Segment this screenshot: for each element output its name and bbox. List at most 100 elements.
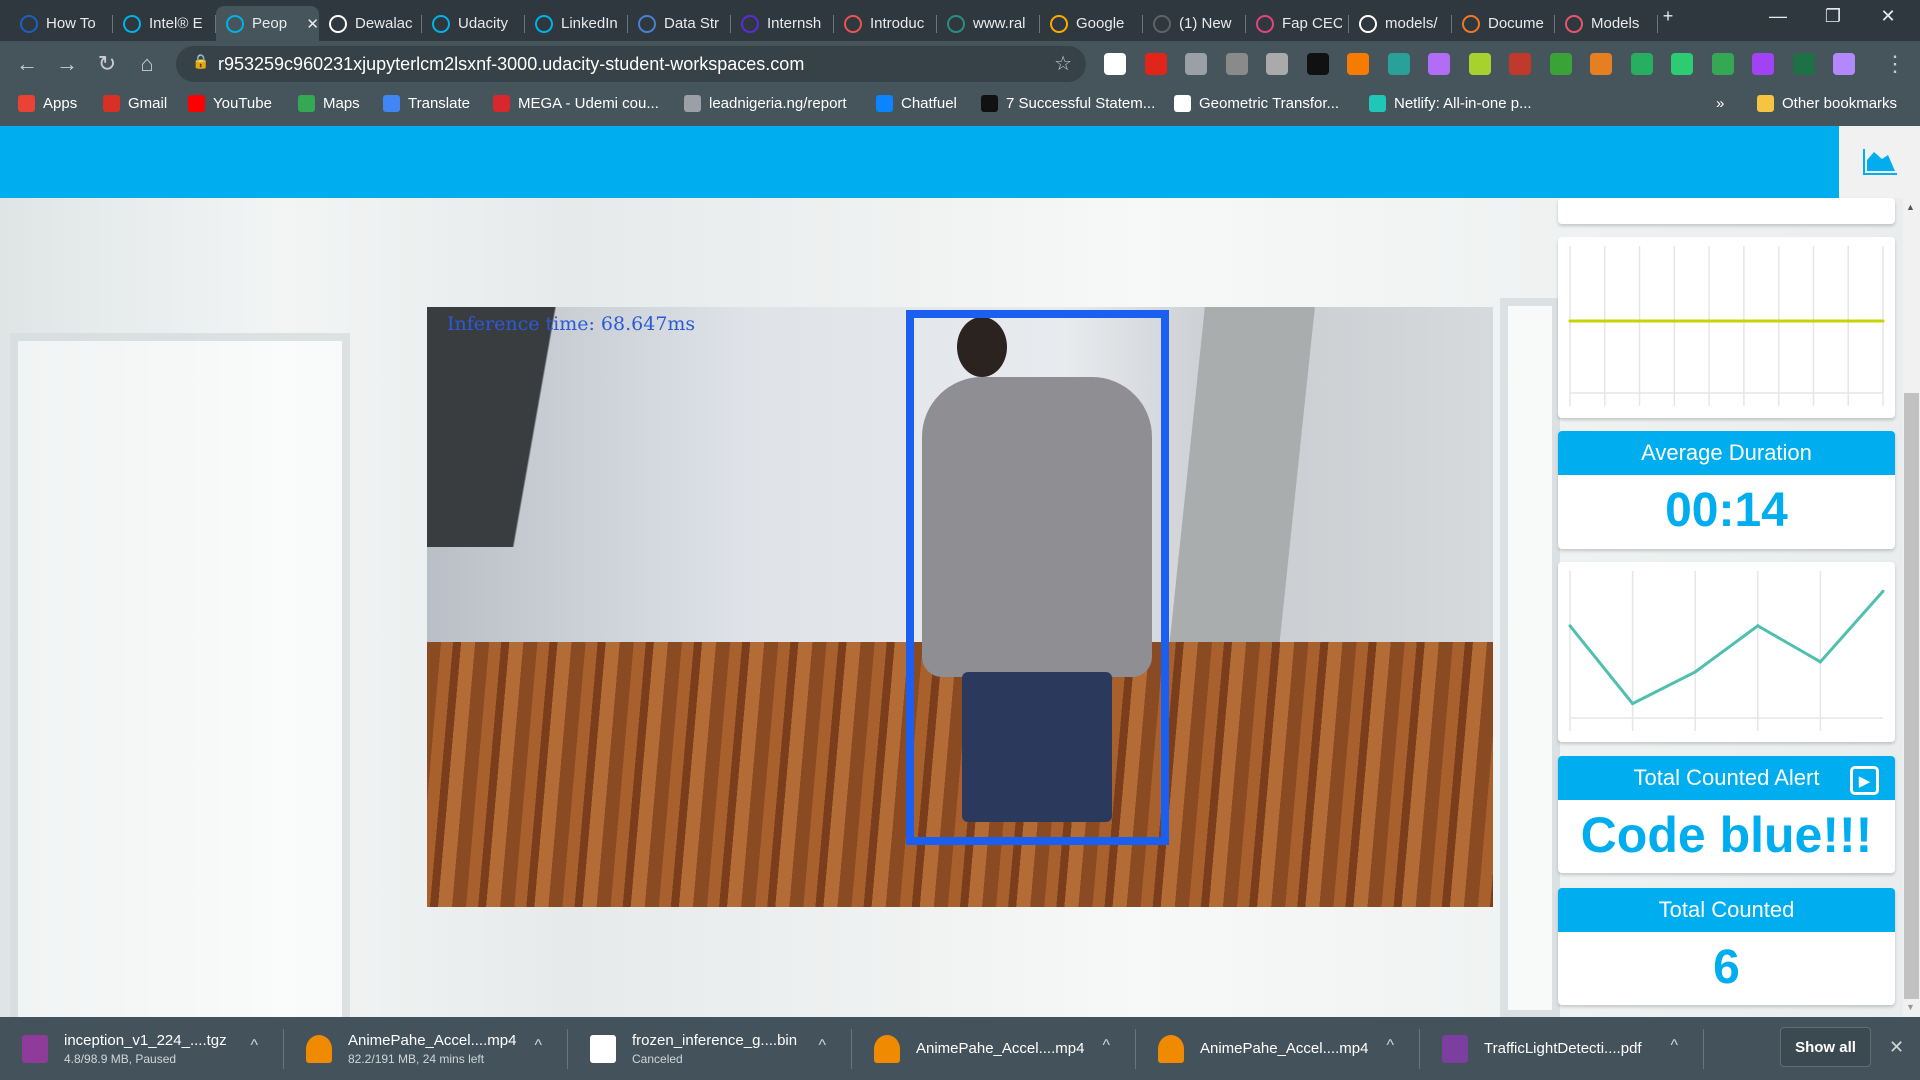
tab[interactable]: Peop ✕ <box>216 6 319 41</box>
chevron-up-icon[interactable]: ^ <box>1670 1037 1678 1055</box>
minimize-button[interactable]: — <box>1755 6 1801 27</box>
chevron-up-icon[interactable]: ^ <box>534 1037 542 1055</box>
extension-icon[interactable] <box>1104 53 1126 75</box>
total-counted-title: Total Counted <box>1558 888 1895 932</box>
download-item[interactable]: AnimePahe_Accel....mp4 82.2/191 MB, 24 mi… <box>284 1017 568 1080</box>
tab[interactable]: Dewalac <box>319 6 422 41</box>
bookmark-item[interactable]: Geometric Transfor... <box>1174 95 1339 112</box>
tab[interactable]: How To <box>10 6 113 41</box>
bookmark-label: MEGA - Udemi cou... <box>518 95 659 112</box>
extension-icon[interactable] <box>1792 53 1815 75</box>
scroll-up-icon[interactable]: ▲ <box>1906 202 1915 212</box>
edge-e-icon <box>20 14 38 33</box>
chevron-up-icon[interactable]: ^ <box>818 1037 826 1055</box>
restore-button[interactable]: ❐ <box>1810 6 1856 27</box>
new-tab-button[interactable]: + <box>1645 6 1691 27</box>
extension-icon[interactable] <box>1711 53 1734 75</box>
bookmark-item[interactable]: Gmail <box>103 95 167 112</box>
tab[interactable]: Data Str <box>628 6 731 41</box>
extension-icon[interactable] <box>1630 53 1653 75</box>
play-icon[interactable]: ▶ <box>1850 766 1879 795</box>
extension-icon[interactable] <box>1428 53 1450 75</box>
extension-icon[interactable] <box>1225 53 1248 75</box>
extension-icon[interactable] <box>1833 53 1855 75</box>
extension-icon[interactable] <box>1144 53 1167 75</box>
bookmark-item[interactable]: Chatfuel <box>876 95 957 112</box>
extension-icon[interactable] <box>1549 53 1572 75</box>
scrollbar-thumb[interactable] <box>1904 393 1919 999</box>
bookmarks-overflow[interactable]: » <box>1716 95 1724 112</box>
download-item[interactable]: AnimePahe_Accel....mp4 ^ <box>1136 1017 1420 1080</box>
download-item[interactable]: frozen_inference_g....bin Canceled ^ <box>568 1017 852 1080</box>
data-point <box>1707 319 1711 323</box>
tab[interactable]: Internsh <box>731 6 834 41</box>
bookmark-item[interactable]: Apps <box>18 95 77 112</box>
bookmark-item[interactable]: YouTube <box>188 95 272 112</box>
extension-icon[interactable] <box>1185 53 1207 75</box>
extension-icon[interactable] <box>1468 53 1491 75</box>
tab[interactable]: (1) New <box>1143 6 1246 41</box>
extension-icon[interactable] <box>1266 53 1288 75</box>
bookmark-item[interactable]: Maps <box>298 95 360 112</box>
extension-icon[interactable] <box>1306 53 1329 75</box>
tab[interactable]: www.ral <box>937 6 1040 41</box>
tab[interactable]: Intel® E <box>113 6 216 41</box>
download-item[interactable]: TrafficLightDetecti....pdf ^ <box>1420 1017 1704 1080</box>
tab[interactable]: Fap CEC <box>1246 6 1349 41</box>
forward-icon[interactable]: → <box>52 51 82 77</box>
tab[interactable]: Introduc <box>834 6 937 41</box>
download-filename: inception_v1_224_....tgz <box>64 1031 227 1049</box>
scrollbar[interactable]: ▲ ▼ <box>1903 198 1920 1017</box>
tab[interactable]: models/ <box>1349 6 1452 41</box>
tab[interactable]: Models <box>1555 6 1658 41</box>
tab[interactable]: Udacity <box>422 6 525 41</box>
bookmark-item[interactable]: leadnigeria.ng/report <box>684 95 847 112</box>
extension-icon[interactable] <box>1671 53 1693 75</box>
tab-strip: How To Intel® E Peop ✕ Dewalac Udacity LinkedI… <box>0 0 1920 41</box>
close-window-button[interactable]: ✕ <box>1865 6 1911 27</box>
bookmark-item[interactable]: Netlify: All-in-one p... <box>1369 95 1532 112</box>
tab[interactable]: LinkedIn <box>525 6 628 41</box>
bookmark-item[interactable]: 7 Successful Statem... <box>981 95 1155 112</box>
extension-icon[interactable] <box>1509 53 1531 75</box>
chevron-up-icon[interactable]: ^ <box>250 1037 258 1055</box>
tab-label: Udacity <box>458 15 509 32</box>
bookmark-icon <box>1369 95 1386 112</box>
github-icon <box>1359 14 1377 33</box>
download-item[interactable]: AnimePahe_Accel....mp4 ^ <box>852 1017 1136 1080</box>
home-icon[interactable]: ⌂ <box>132 51 162 77</box>
extension-icon[interactable] <box>1387 53 1410 75</box>
series-line <box>1568 590 1885 706</box>
download-status: 4.8/98.9 MB, Paused <box>64 1051 177 1066</box>
folder-icon <box>1757 95 1774 112</box>
bookmark-icon <box>684 95 701 112</box>
bookmark-label: Chatfuel <box>901 95 957 112</box>
tab[interactable]: Google <box>1040 6 1143 41</box>
bookmark-label: Geometric Transfor... <box>1199 95 1340 112</box>
extension-icon[interactable] <box>1590 53 1612 75</box>
chevron-up-icon[interactable]: ^ <box>1386 1037 1394 1055</box>
close-tab-icon[interactable]: ✕ <box>306 15 319 33</box>
download-item[interactable]: inception_v1_224_....tgz 4.8/98.9 MB, Pau… <box>0 1017 284 1080</box>
show-all-button[interactable]: Show all <box>1780 1027 1871 1067</box>
menu-icon[interactable]: ⋮ <box>1880 51 1910 77</box>
chart-toggle-button[interactable] <box>1839 126 1920 198</box>
address-bar[interactable]: 🔒 r953259c960231xjupyterlcm2lsxnf-3000.u… <box>176 46 1086 82</box>
tab[interactable]: Docume <box>1452 6 1555 41</box>
bookmark-star-icon[interactable]: ☆ <box>1054 51 1072 76</box>
bookmark-icon <box>493 95 510 112</box>
extension-icon[interactable] <box>1347 53 1369 75</box>
bookmark-item[interactable]: MEGA - Udemi cou... <box>493 95 659 112</box>
scroll-down-icon[interactable]: ▼ <box>1906 1002 1915 1012</box>
close-downloads-button[interactable]: ✕ <box>1889 1037 1904 1058</box>
reload-icon[interactable]: ↻ <box>92 51 122 77</box>
analytics-icon <box>1050 14 1068 33</box>
tab-label: Google <box>1076 15 1125 32</box>
bookmark-item[interactable]: Translate <box>383 95 470 112</box>
other-bookmarks[interactable]: Other bookmarks <box>1757 95 1897 112</box>
total-counted-card: Total Counted 6 <box>1558 888 1895 1005</box>
back-icon[interactable]: ← <box>12 51 42 77</box>
chevron-up-icon[interactable]: ^ <box>1102 1037 1110 1055</box>
tab-label: Models <box>1591 15 1640 32</box>
extension-icon[interactable] <box>1752 53 1774 75</box>
